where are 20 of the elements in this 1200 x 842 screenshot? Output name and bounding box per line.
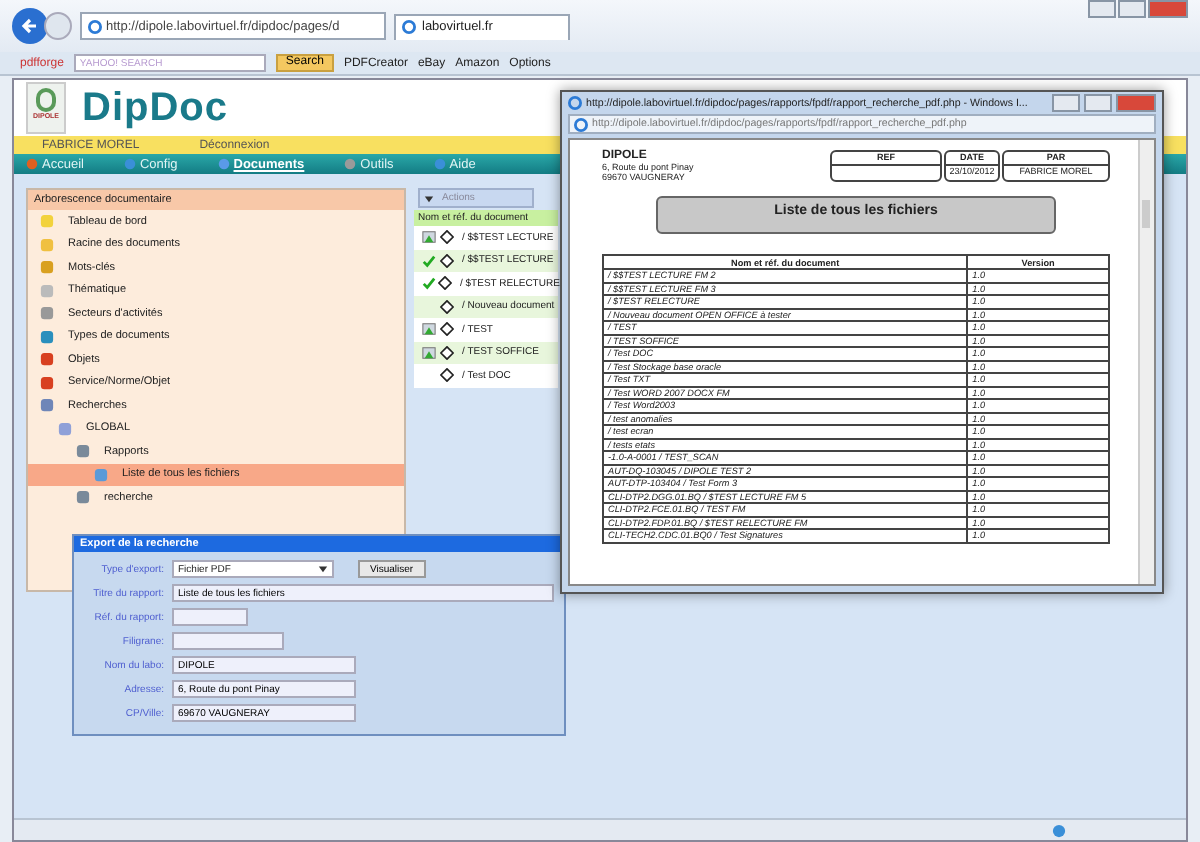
input-field[interactable] (172, 608, 248, 626)
maximize-button[interactable] (1118, 0, 1146, 18)
caret-icon (424, 193, 434, 203)
image-warning-icon (422, 345, 436, 360)
forward-button[interactable] (44, 12, 72, 40)
image-warning-icon (422, 322, 436, 337)
image-warning-icon (422, 230, 436, 245)
close-button[interactable] (1148, 0, 1188, 18)
back-arrow-icon (20, 16, 40, 36)
scrollbar[interactable] (1138, 140, 1154, 584)
minimize-button[interactable] (1088, 0, 1116, 18)
browser-icon (88, 19, 102, 33)
input-field[interactable] (172, 632, 284, 650)
browser-icon (402, 20, 416, 34)
caret-icon (318, 564, 328, 574)
maximize-button[interactable] (1084, 94, 1112, 112)
app-logo: DipDoc (82, 85, 228, 131)
minimize-button[interactable] (1052, 94, 1080, 112)
close-button[interactable] (1116, 94, 1156, 112)
back-button[interactable] (12, 8, 48, 44)
